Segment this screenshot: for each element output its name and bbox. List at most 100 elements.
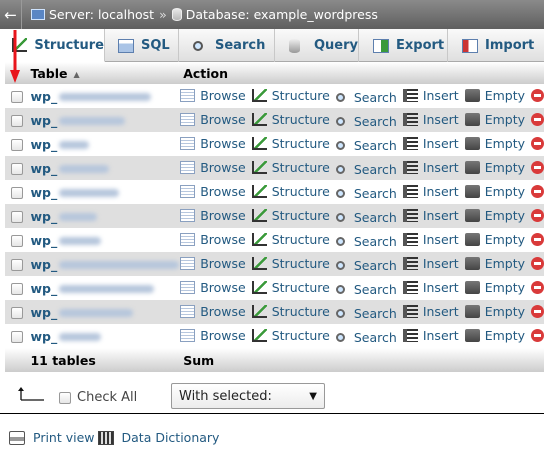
- search-action[interactable]: Search: [335, 138, 397, 153]
- search-label[interactable]: Search: [354, 186, 397, 201]
- drop-icon[interactable]: [531, 160, 544, 174]
- drop-icon[interactable]: [531, 184, 544, 198]
- search-action[interactable]: Search: [335, 114, 397, 129]
- row-table-name[interactable]: wp_: [26, 180, 180, 204]
- insert-action[interactable]: Insert: [402, 280, 459, 295]
- breadcrumb-server-label[interactable]: Server: localhost: [49, 7, 154, 22]
- insert-action[interactable]: Insert: [402, 184, 459, 199]
- structure-action[interactable]: Structure: [251, 88, 330, 103]
- tab-structure[interactable]: Structure: [0, 29, 105, 62]
- empty-label[interactable]: Empty: [485, 88, 525, 103]
- drop-icon[interactable]: [531, 280, 544, 294]
- browse-label[interactable]: Browse: [200, 136, 246, 151]
- structure-label[interactable]: Structure: [272, 328, 330, 343]
- sort-asc-icon[interactable]: ▲: [74, 70, 80, 79]
- empty-label[interactable]: Empty: [485, 136, 525, 151]
- empty-action[interactable]: Empty: [464, 256, 525, 271]
- empty-label[interactable]: Empty: [485, 184, 525, 199]
- row-table-name[interactable]: wp_: [26, 204, 180, 228]
- insert-label[interactable]: Insert: [423, 112, 459, 127]
- insert-action[interactable]: Insert: [402, 112, 459, 127]
- check-all-checkbox[interactable]: [59, 391, 71, 404]
- drop-icon[interactable]: [531, 232, 544, 246]
- search-label[interactable]: Search: [354, 258, 397, 273]
- empty-label[interactable]: Empty: [485, 304, 525, 319]
- drop-icon[interactable]: [531, 328, 544, 342]
- structure-label[interactable]: Structure: [272, 232, 330, 247]
- search-action[interactable]: Search: [335, 210, 397, 225]
- empty-action[interactable]: Empty: [464, 184, 525, 199]
- table-name-link[interactable]: wp_: [30, 233, 57, 248]
- structure-label[interactable]: Structure: [272, 184, 330, 199]
- structure-action[interactable]: Structure: [251, 208, 330, 223]
- empty-label[interactable]: Empty: [485, 112, 525, 127]
- row-checkbox[interactable]: [11, 331, 23, 343]
- insert-label[interactable]: Insert: [423, 208, 459, 223]
- print-view-link[interactable]: Print view: [33, 430, 95, 445]
- search-label[interactable]: Search: [354, 114, 397, 129]
- tab-sql[interactable]: SQL: [105, 29, 179, 62]
- breadcrumb-database[interactable]: Database: example_wordpress: [171, 7, 378, 22]
- browse-label[interactable]: Browse: [200, 280, 246, 295]
- back-arrow-icon[interactable]: ←: [0, 0, 22, 29]
- insert-label[interactable]: Insert: [423, 184, 459, 199]
- row-table-name[interactable]: wp_: [26, 324, 180, 348]
- browse-action[interactable]: Browse: [180, 328, 246, 343]
- table-name-link[interactable]: wp_: [30, 137, 57, 152]
- insert-label[interactable]: Insert: [423, 88, 459, 103]
- row-checkbox[interactable]: [11, 283, 23, 295]
- structure-action[interactable]: Structure: [251, 112, 330, 127]
- browse-action[interactable]: Browse: [180, 232, 246, 247]
- insert-action[interactable]: Insert: [402, 208, 459, 223]
- search-action[interactable]: Search: [335, 258, 397, 273]
- insert-action[interactable]: Insert: [402, 136, 459, 151]
- drop-icon[interactable]: [531, 88, 544, 102]
- drop-icon[interactable]: [531, 136, 544, 150]
- row-checkbox[interactable]: [11, 163, 23, 175]
- insert-label[interactable]: Insert: [423, 136, 459, 151]
- row-table-name[interactable]: wp_: [26, 132, 180, 156]
- structure-label[interactable]: Structure: [272, 136, 330, 151]
- structure-action[interactable]: Structure: [251, 304, 330, 319]
- empty-action[interactable]: Empty: [464, 304, 525, 319]
- browse-action[interactable]: Browse: [180, 208, 246, 223]
- search-label[interactable]: Search: [354, 162, 397, 177]
- insert-action[interactable]: Insert: [402, 304, 459, 319]
- empty-action[interactable]: Empty: [464, 136, 525, 151]
- empty-action[interactable]: Empty: [464, 232, 525, 247]
- browse-action[interactable]: Browse: [180, 184, 246, 199]
- insert-label[interactable]: Insert: [423, 160, 459, 175]
- insert-label[interactable]: Insert: [423, 256, 459, 271]
- structure-action[interactable]: Structure: [251, 160, 330, 175]
- breadcrumb-database-label[interactable]: Database: example_wordpress: [186, 7, 378, 22]
- empty-label[interactable]: Empty: [485, 160, 525, 175]
- structure-label[interactable]: Structure: [272, 280, 330, 295]
- row-checkbox[interactable]: [11, 307, 23, 319]
- drop-icon[interactable]: [531, 112, 544, 126]
- search-label[interactable]: Search: [354, 234, 397, 249]
- browse-label[interactable]: Browse: [200, 208, 246, 223]
- data-dictionary-link[interactable]: Data Dictionary: [122, 430, 220, 445]
- search-label[interactable]: Search: [354, 330, 397, 345]
- structure-label[interactable]: Structure: [272, 160, 330, 175]
- empty-label[interactable]: Empty: [485, 256, 525, 271]
- empty-action[interactable]: Empty: [464, 208, 525, 223]
- structure-label[interactable]: Structure: [272, 112, 330, 127]
- search-action[interactable]: Search: [335, 282, 397, 297]
- structure-action[interactable]: Structure: [251, 280, 330, 295]
- insert-label[interactable]: Insert: [423, 232, 459, 247]
- browse-action[interactable]: Browse: [180, 304, 246, 319]
- empty-action[interactable]: Empty: [464, 160, 525, 175]
- table-name-link[interactable]: wp_: [30, 209, 57, 224]
- empty-label[interactable]: Empty: [485, 280, 525, 295]
- row-table-name[interactable]: wp_: [26, 228, 180, 252]
- insert-label[interactable]: Insert: [423, 280, 459, 295]
- header-table-label[interactable]: Table: [30, 66, 67, 81]
- row-checkbox[interactable]: [11, 259, 23, 271]
- search-action[interactable]: Search: [335, 162, 397, 177]
- tab-search[interactable]: Search: [179, 29, 275, 62]
- row-table-name[interactable]: wp_: [26, 252, 180, 276]
- search-label[interactable]: Search: [354, 282, 397, 297]
- row-checkbox[interactable]: [11, 211, 23, 223]
- row-table-name[interactable]: wp_: [26, 300, 180, 324]
